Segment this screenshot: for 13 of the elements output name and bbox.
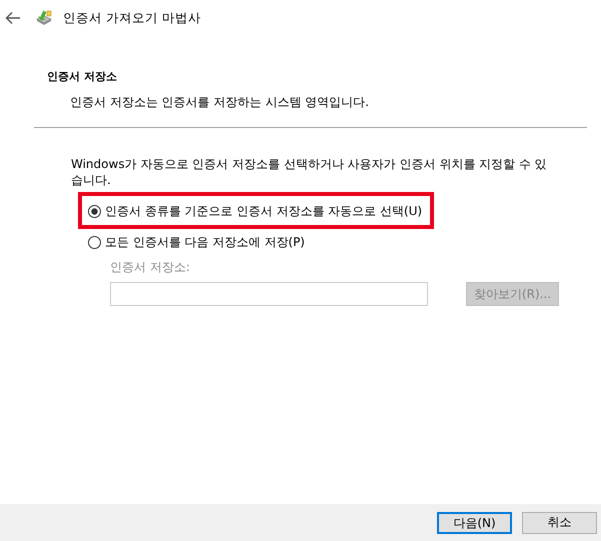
section-description: 인증서 저장소는 인증서를 저장하는 시스템 영역입니다. [70, 94, 370, 111]
radio-option[interactable]: 인증서 종류를 기준으로 인증서 저장소를 자동으로 선택(U) [88, 200, 422, 222]
section-heading: 인증서 저장소 [47, 69, 118, 84]
certificate-icon [35, 9, 53, 27]
radio-option[interactable]: 모든 인증서를 다음 저장소에 저장(P) [88, 231, 305, 253]
store-label: 인증서 저장소: [110, 259, 191, 276]
next-button[interactable]: 다음(N) [437, 512, 512, 534]
radio-button[interactable] [88, 204, 101, 218]
back-arrow-icon[interactable] [5, 11, 21, 25]
radio-button[interactable] [88, 236, 101, 248]
window-title: 인증서 가져오기 마법사 [63, 10, 201, 26]
instruction-text: Windows가 자동으로 인증서 저장소를 선택하거나 사용자가 인증서 위치를 지정할 수 있습니다. [71, 156, 548, 188]
cancel-button[interactable]: 취소 [522, 512, 597, 534]
